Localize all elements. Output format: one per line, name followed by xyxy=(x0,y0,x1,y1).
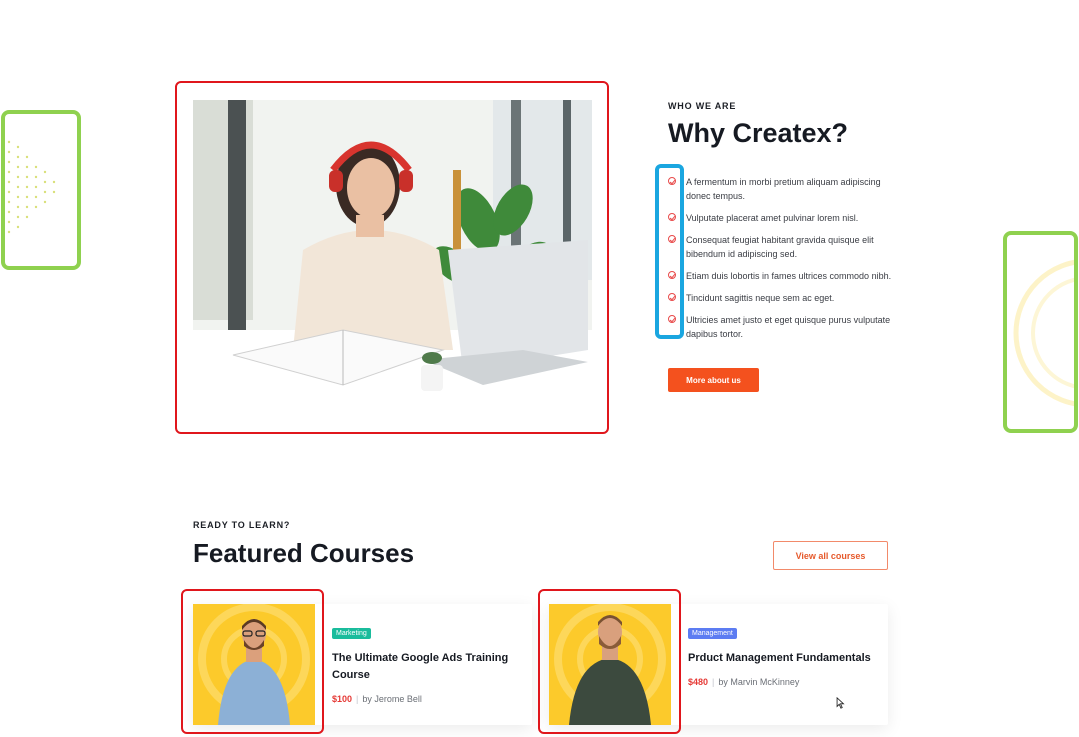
annotation-box-course-image-2 xyxy=(538,589,681,734)
course-price: $480 xyxy=(688,677,709,687)
check-circle-icon xyxy=(668,235,676,243)
course-meta: $100 | by Jerome Bell xyxy=(332,694,518,704)
feature-item: Vulputate placerat amet pulvinar lorem n… xyxy=(668,211,898,225)
course-author: by Jerome Bell xyxy=(362,694,422,704)
feature-item: Tincidunt sagittis neque sem ac eget. xyxy=(668,291,898,305)
course-title[interactable]: Prduct Management Fundamentals xyxy=(688,650,874,667)
feature-text: Consequat feugiat habitant gravida quisq… xyxy=(686,235,874,259)
course-author: by Marvin McKinney xyxy=(718,677,800,687)
page: WHO WE ARE Why Createx? A fermentum in m… xyxy=(0,0,1079,737)
more-about-us-button[interactable]: More about us xyxy=(668,368,759,392)
feature-list: A fermentum in morbi pretium aliquam adi… xyxy=(668,175,898,349)
course-meta: $480 | by Marvin McKinney xyxy=(688,677,874,687)
course-card-body: Marketing The Ultimate Google Ads Traini… xyxy=(332,622,518,704)
category-badge[interactable]: Management xyxy=(688,628,737,639)
annotation-box-course-image-1 xyxy=(181,589,324,734)
course-card-body: Management Prduct Management Fundamental… xyxy=(688,622,874,687)
feature-item: Ultricies amet justo et eget quisque pur… xyxy=(668,313,898,341)
feature-item: Consequat feugiat habitant gravida quisq… xyxy=(668,233,898,261)
about-eyebrow: WHO WE ARE xyxy=(668,101,737,111)
courses-eyebrow: READY TO LEARN? xyxy=(193,520,291,530)
check-circle-icon xyxy=(668,177,676,185)
course-title[interactable]: The Ultimate Google Ads Training Course xyxy=(332,650,518,684)
feature-text: Tincidunt sagittis neque sem ac eget. xyxy=(686,293,835,303)
feature-text: A fermentum in morbi pretium aliquam adi… xyxy=(686,177,881,201)
view-all-courses-button[interactable]: View all courses xyxy=(773,541,888,570)
annotation-box-right xyxy=(1003,231,1078,433)
feature-item: Etiam duis lobortis in fames ultrices co… xyxy=(668,269,898,283)
about-title: Why Createx? xyxy=(668,118,849,148)
mouse-pointer-icon xyxy=(836,697,845,709)
feature-text: Ultricies amet justo et eget quisque pur… xyxy=(686,315,891,339)
check-circle-icon xyxy=(668,293,676,301)
category-badge[interactable]: Marketing xyxy=(332,628,371,639)
courses-title: Featured Courses xyxy=(193,538,415,568)
feature-item: A fermentum in morbi pretium aliquam adi… xyxy=(668,175,898,203)
hero-image-student-laptop xyxy=(193,100,592,416)
check-circle-icon xyxy=(668,315,676,323)
check-circle-icon xyxy=(668,213,676,221)
check-circle-icon xyxy=(668,271,676,279)
feature-text: Vulputate placerat amet pulvinar lorem n… xyxy=(686,213,859,223)
meta-separator: | xyxy=(712,677,715,687)
course-price: $100 xyxy=(332,694,353,704)
feature-text: Etiam duis lobortis in fames ultrices co… xyxy=(686,271,892,281)
meta-separator: | xyxy=(356,694,359,704)
dots-pattern-decoration xyxy=(7,140,56,234)
